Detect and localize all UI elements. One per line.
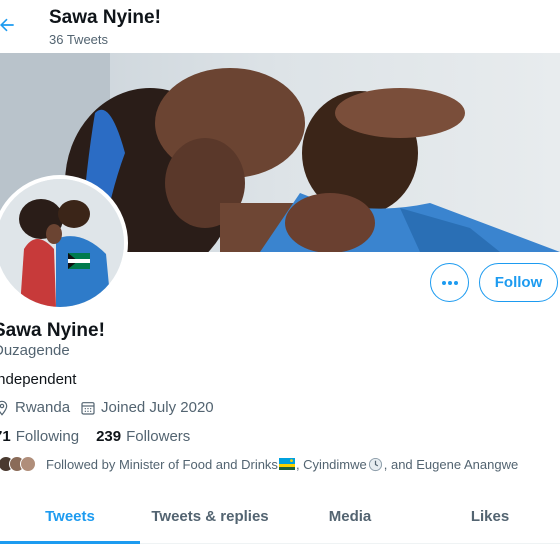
followed-by-avatars (0, 456, 36, 472)
calendar-icon (81, 401, 95, 415)
header-name: Sawa Nyine! (49, 7, 161, 28)
followed-by-middle: , Cyindimwe (295, 456, 367, 472)
top-bar: Sawa Nyine! 36 Tweets (0, 0, 560, 53)
location-text: Rwanda (15, 399, 71, 416)
profile-tabs: Tweets Tweets & replies Media Likes (0, 490, 560, 544)
tweet-count: 36 Tweets (49, 32, 109, 47)
following-label: Following (15, 428, 80, 445)
profile-bio: Independent (0, 371, 77, 388)
following-link[interactable]: 71Following (0, 428, 79, 445)
arrow-left-icon (0, 18, 14, 32)
following-count: 71 (0, 428, 11, 445)
avatar (20, 456, 36, 472)
followers-count: 239 (96, 428, 122, 445)
followed-by-prefix: Followed by Minister of Food and Drinks (46, 456, 278, 472)
followed-by-suffix: , and Eugene Anangwe (383, 456, 519, 472)
profile-name: Sawa Nyine! (0, 320, 105, 341)
clock-icon (368, 457, 382, 471)
profile-avatar[interactable] (0, 175, 128, 311)
tab-media[interactable]: Media (280, 490, 420, 543)
profile-handle: Duzagende (0, 342, 70, 359)
rwanda-flag-icon (278, 457, 295, 470)
more-options-button[interactable] (430, 263, 469, 302)
joined-text: Joined July 2020 (101, 399, 214, 416)
joined-item: Joined July 2020 (80, 399, 214, 416)
avatar-image (0, 179, 124, 307)
followers-link[interactable]: 239 Followers (96, 428, 190, 445)
location-pin-icon (0, 400, 8, 416)
followed-by-text: Followed by Minister of Food and Drinks,… (46, 457, 518, 472)
followers-label: Followers (126, 428, 191, 445)
followed-by[interactable]: Followed by Minister of Food and Drinks,… (0, 456, 560, 472)
more-horizontal-icon (441, 280, 458, 285)
follow-stats: 71Following 239Followers (0, 428, 207, 445)
tab-tweets[interactable]: Tweets (0, 490, 140, 544)
back-button[interactable] (0, 12, 20, 38)
location-item: Rwanda (0, 399, 70, 416)
follow-button[interactable]: Follow (479, 263, 558, 302)
profile-meta: Rwanda Joined July 2020 (0, 399, 224, 416)
tab-tweets-and-replies[interactable]: Tweets & replies (140, 490, 280, 543)
tab-likes[interactable]: Likes (420, 490, 560, 543)
